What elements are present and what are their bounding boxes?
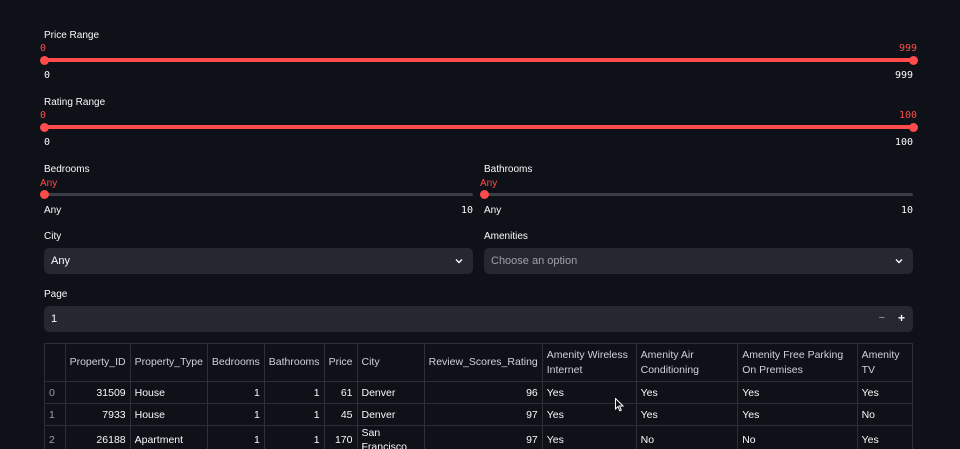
table-cell: San Francisco xyxy=(356,425,425,449)
column-header[interactable]: City xyxy=(356,343,425,382)
table-cell: Denver xyxy=(356,403,425,426)
table-cell: 96 xyxy=(423,381,543,404)
table-cell: 1 xyxy=(263,403,325,426)
bedrooms-value: Any xyxy=(40,178,58,189)
table-cell: Yes xyxy=(635,381,739,404)
table-cell: 1 xyxy=(44,403,66,426)
table-cell: 1 xyxy=(263,425,325,449)
table-header-row: Property_ID Property_Type Bedrooms Bathr… xyxy=(44,343,913,382)
city-selected-value: Any xyxy=(51,255,70,267)
mouse-cursor-icon xyxy=(615,398,624,412)
price-max-bound: 999 xyxy=(894,70,913,81)
table-row[interactable]: 2 26188 Apartment 1 1 170 San Francisco … xyxy=(44,425,913,449)
table-cell: 1 xyxy=(206,403,265,426)
rating-range-slider[interactable] xyxy=(44,125,913,129)
table-cell: No xyxy=(737,425,858,449)
table-cell: 170 xyxy=(323,425,358,449)
rating-range-label: Rating Range xyxy=(44,97,106,108)
table-cell: No xyxy=(635,425,739,449)
price-range-slider[interactable] xyxy=(44,58,913,62)
table-cell: 97 xyxy=(423,403,543,426)
table-row[interactable]: 1 7933 House 1 1 45 Denver 97 Yes Yes Ye… xyxy=(44,403,913,426)
price-min-value: 0 xyxy=(40,43,47,54)
table-cell: Yes xyxy=(737,381,858,404)
bathrooms-slider[interactable] xyxy=(484,192,913,196)
page-label: Page xyxy=(44,289,68,300)
amenities-multiselect[interactable]: Choose an option xyxy=(484,248,913,274)
table-cell: 2 xyxy=(44,425,66,449)
bedrooms-min-bound: Any xyxy=(44,205,62,216)
column-header[interactable]: Amenity Air Conditioning xyxy=(635,343,739,382)
column-header[interactable] xyxy=(44,343,66,382)
rating-min-bound: 0 xyxy=(44,137,51,148)
table-cell: Yes xyxy=(856,381,913,404)
decrement-button[interactable]: − xyxy=(879,312,885,324)
column-header[interactable]: Property_ID xyxy=(64,343,131,382)
column-header[interactable]: Price xyxy=(323,343,358,382)
bathrooms-label: Bathrooms xyxy=(484,164,533,175)
table-cell: Yes xyxy=(856,425,913,449)
table-cell: Yes xyxy=(541,425,637,449)
results-table[interactable]: Property_ID Property_Type Bedrooms Bathr… xyxy=(44,343,913,449)
table-cell: 45 xyxy=(323,403,358,426)
table-cell: 1 xyxy=(206,425,265,449)
city-label: City xyxy=(44,231,62,242)
bedrooms-slider[interactable] xyxy=(44,192,473,196)
column-header[interactable]: Bathrooms xyxy=(263,343,325,382)
table-cell: Yes xyxy=(635,403,739,426)
rating-min-handle[interactable] xyxy=(40,122,49,132)
chevron-down-icon xyxy=(455,259,463,264)
column-header[interactable]: Amenity Wireless Internet xyxy=(541,343,637,382)
table-cell: House xyxy=(129,381,208,404)
rating-max-value: 100 xyxy=(898,110,917,121)
page-number-value: 1 xyxy=(51,313,58,325)
price-min-bound: 0 xyxy=(44,70,51,81)
column-header[interactable]: Amenity TV xyxy=(856,343,913,382)
rating-max-bound: 100 xyxy=(894,137,913,148)
bathrooms-min-bound: Any xyxy=(484,205,502,216)
amenities-label: Amenities xyxy=(484,231,528,242)
bedrooms-label: Bedrooms xyxy=(44,164,90,175)
rating-min-value: 0 xyxy=(40,110,47,121)
table-cell: 1 xyxy=(206,381,265,404)
table-cell: House xyxy=(129,403,208,426)
bedrooms-handle[interactable] xyxy=(40,189,49,199)
price-max-handle[interactable] xyxy=(909,55,918,65)
bathrooms-max-bound: 10 xyxy=(901,205,914,216)
table-cell: Denver xyxy=(356,381,425,404)
bathrooms-value: Any xyxy=(480,178,498,189)
price-max-value: 999 xyxy=(898,43,917,54)
table-row[interactable]: 0 31509 House 1 1 61 Denver 96 Yes Yes Y… xyxy=(44,381,913,404)
column-header[interactable]: Property_Type xyxy=(129,343,208,382)
column-header[interactable]: Amenity Free Parking On Premises xyxy=(737,343,858,382)
table-cell: 26188 xyxy=(64,425,131,449)
amenities-placeholder: Choose an option xyxy=(491,255,578,267)
price-range-label: Price Range xyxy=(44,30,100,41)
column-header[interactable]: Bedrooms xyxy=(206,343,265,382)
table-cell: Yes xyxy=(737,403,858,426)
table-cell: Apartment xyxy=(129,425,208,449)
table-cell: 31509 xyxy=(64,381,131,404)
table-cell: 7933 xyxy=(64,403,131,426)
bathrooms-handle[interactable] xyxy=(480,189,489,199)
increment-button[interactable]: + xyxy=(898,311,905,325)
rating-max-handle[interactable] xyxy=(909,122,918,132)
column-header[interactable]: Review_Scores_Rating xyxy=(423,343,543,382)
city-select[interactable]: Any xyxy=(44,248,473,274)
table-cell: 0 xyxy=(44,381,66,404)
table-cell: 61 xyxy=(323,381,358,404)
chevron-down-icon xyxy=(895,259,903,264)
page-number-input[interactable]: 1 − + xyxy=(44,306,913,332)
table-cell: 97 xyxy=(423,425,543,449)
bedrooms-max-bound: 10 xyxy=(461,205,474,216)
table-cell: 1 xyxy=(263,381,325,404)
price-min-handle[interactable] xyxy=(40,55,49,65)
table-cell: No xyxy=(856,403,913,426)
